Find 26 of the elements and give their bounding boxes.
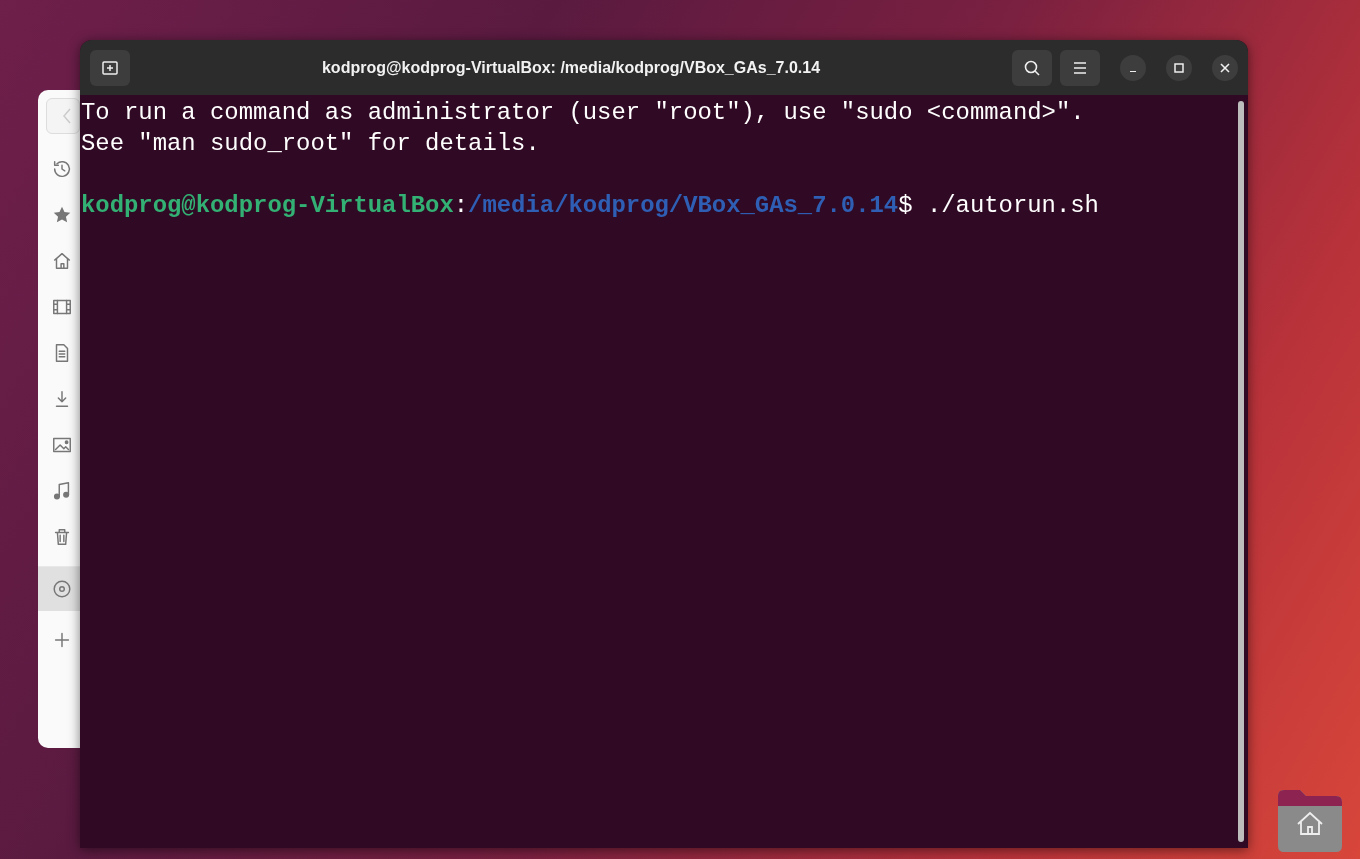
home-icon xyxy=(51,250,73,272)
prompt-symbol: $ xyxy=(898,192,913,219)
disc-icon xyxy=(51,578,73,600)
prompt-path: /media/kodprog/VBox_GAs_7.0.14 xyxy=(468,192,899,219)
new-tab-button[interactable] xyxy=(90,49,130,86)
window-title: kodprog@kodprog-VirtualBox: /media/kodprog/VBox_GAs_7.0.14 xyxy=(320,58,822,77)
minimize-icon xyxy=(1130,70,1136,73)
terminal-output-line: To run a command as administrator (user "root"), use "sudo <command>". xyxy=(81,99,1085,126)
command-text: ./autorun.sh xyxy=(925,192,1099,219)
prompt-separator: : xyxy=(453,192,469,219)
maximize-button[interactable] xyxy=(1166,54,1192,81)
clock-icon xyxy=(51,158,73,180)
search-button[interactable] xyxy=(1012,49,1052,86)
terminal-output-line: See "man sudo_root" for details. xyxy=(81,130,540,157)
new-tab-icon xyxy=(101,58,119,77)
menu-icon xyxy=(1072,60,1088,75)
prompt-user-host: kodprog@kodprog-VirtualBox xyxy=(81,192,454,219)
scrollbar[interactable] xyxy=(1238,101,1244,842)
search-icon xyxy=(1023,58,1041,77)
home-folder-icon[interactable] xyxy=(1276,788,1344,852)
menu-button[interactable] xyxy=(1060,49,1100,86)
close-button[interactable] xyxy=(1212,54,1238,81)
sidebar-item[interactable] xyxy=(38,566,80,611)
maximize-icon xyxy=(1172,60,1186,75)
close-icon xyxy=(1218,60,1232,75)
chevron-left-icon xyxy=(63,108,71,124)
